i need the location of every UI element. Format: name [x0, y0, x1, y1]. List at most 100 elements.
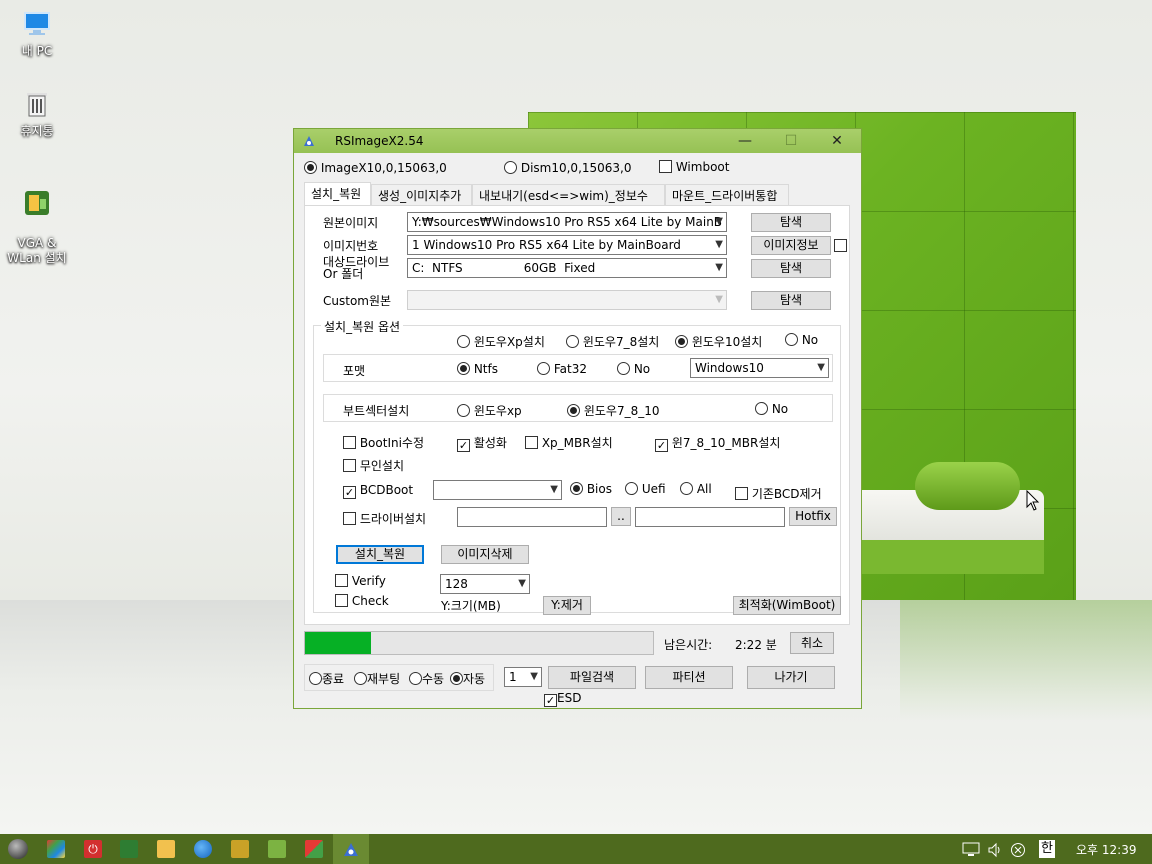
clock[interactable]: 오후 12:39	[1076, 841, 1136, 858]
source-image-select[interactable]: Y:₩sources₩Windows10 Pro RS5 x64 Lite by…	[407, 212, 727, 232]
desktop-icon-vga-wlan[interactable]: VGA & WLan 설치	[1, 172, 73, 266]
os-xp-option[interactable]: 윈도우Xp설치	[457, 333, 545, 350]
wimboot-label: Wimboot	[675, 160, 730, 174]
checkbox-icon	[335, 594, 348, 607]
remove-bcd-checkbox[interactable]: 기존BCD제거	[735, 485, 822, 502]
image-info-checkbox[interactable]	[834, 239, 847, 252]
checkmark-icon: ✓	[457, 439, 470, 452]
auto-option[interactable]: 자동	[450, 670, 485, 687]
rsimagex-taskbar-icon[interactable]	[342, 840, 360, 858]
bios-option[interactable]: Bios	[570, 482, 612, 496]
end-option[interactable]: 종료	[309, 670, 344, 687]
hotfix-button[interactable]: Hotfix	[789, 507, 837, 526]
bcdboot-select[interactable]: ▼	[433, 480, 562, 500]
radio-icon	[537, 362, 550, 375]
folder-icon[interactable]	[157, 840, 175, 858]
color-app-icon[interactable]	[47, 840, 65, 858]
source-browse-button[interactable]: 탐색	[751, 213, 831, 232]
format-os-value: Windows10	[695, 361, 764, 375]
partition-tool-icon[interactable]	[305, 840, 323, 858]
tab-mount-driver[interactable]: 마운트_드라이버통합	[665, 184, 789, 205]
start-orb-icon[interactable]	[8, 839, 28, 859]
delete-image-button[interactable]: 이미지삭제	[441, 545, 529, 564]
uefi-option[interactable]: Uefi	[625, 482, 666, 496]
esd-checkbox[interactable]: ✓ ESD	[544, 691, 581, 707]
browser-icon[interactable]	[194, 840, 212, 858]
radio-icon	[457, 404, 470, 417]
driver-browse-button[interactable]: ..	[611, 507, 631, 526]
bootini-checkbox[interactable]: BootIni수정	[343, 434, 424, 451]
boot-7810-option[interactable]: 윈도우7_8_10	[567, 402, 660, 419]
size-select[interactable]: 128 ▼	[440, 574, 530, 594]
bcdboot-checkbox[interactable]: ✓ BCDBoot	[343, 483, 413, 499]
boot-no-option[interactable]: No	[755, 402, 788, 416]
all-option[interactable]: All	[680, 482, 712, 496]
y-remove-button[interactable]: Y:제거	[543, 596, 591, 615]
custom-source-label: Custom원본	[323, 294, 392, 308]
minimize-button[interactable]: —	[722, 129, 768, 153]
custom-source-select[interactable]: ▼	[407, 290, 727, 310]
title-bar[interactable]: RSImageX2.54 — ☐ ✕	[294, 129, 861, 153]
rsimagex-window: RSImageX2.54 — ☐ ✕ ImageX10,0,15063,0 Di…	[293, 128, 862, 709]
remove-bcd-label: 기존BCD제거	[751, 487, 822, 501]
window-title: RSImageX2.54	[335, 134, 424, 148]
reboot-option[interactable]: 재부팅	[354, 670, 400, 687]
optimize-wimboot-button[interactable]: 최적화(WimBoot)	[733, 596, 841, 615]
power-icon[interactable]: ⏻	[84, 840, 102, 858]
os-10-option[interactable]: 윈도우10설치	[675, 333, 762, 350]
desktop-icon-recycle-bin[interactable]: 휴지통	[1, 88, 73, 139]
exit-button[interactable]: 나가기	[747, 666, 835, 689]
ime-indicator[interactable]: 한	[1039, 840, 1055, 858]
size-value: 128	[445, 577, 468, 591]
close-button[interactable]: ✕	[814, 129, 860, 153]
format-fat32-option[interactable]: Fat32	[537, 362, 587, 376]
registry-icon[interactable]	[231, 840, 249, 858]
radio-icon	[680, 482, 693, 495]
cancel-button[interactable]: 취소	[790, 632, 834, 654]
boot-xp-option[interactable]: 윈도우xp	[457, 402, 522, 419]
target-label: 대상드라이브 Or 폴더	[323, 256, 389, 280]
network-tool-icon[interactable]	[120, 840, 138, 858]
wimboot-checkbox[interactable]: Wimboot	[659, 160, 729, 174]
format-os-select[interactable]: Windows10 ▼	[690, 358, 829, 378]
manual-option[interactable]: 수동	[409, 670, 444, 687]
tab-install-restore[interactable]: 설치_복원	[304, 182, 371, 206]
activate-checkbox[interactable]: ✓ 활성화	[457, 434, 507, 452]
notification-close-icon[interactable]	[1010, 842, 1026, 858]
os-no-option[interactable]: No	[785, 333, 818, 347]
file-search-button[interactable]: 파일검색	[548, 666, 636, 689]
xp-mbr-checkbox[interactable]: Xp_MBR설치	[525, 434, 613, 451]
verify-checkbox[interactable]: Verify	[335, 574, 386, 588]
desktop-icon-my-pc[interactable]: 내 PC	[1, 8, 73, 59]
chevron-down-icon: ▼	[530, 671, 538, 682]
dism-option[interactable]: Dism10,0,15063,0	[504, 161, 632, 175]
target-drive-select[interactable]: C: NTFS 60GB Fixed ▼	[407, 258, 727, 278]
network-icon[interactable]	[962, 842, 980, 858]
custom-browse-button[interactable]: 탐색	[751, 291, 831, 310]
format-no-option[interactable]: No	[617, 362, 650, 376]
os-78-option[interactable]: 윈도우7_8설치	[566, 333, 659, 350]
unattended-checkbox[interactable]: 무인설치	[343, 457, 404, 474]
tab-export-info[interactable]: 내보내기(esd<=>wim)_정보수정	[472, 184, 665, 220]
source-label: 원본이미지	[323, 216, 379, 230]
maximize-button[interactable]: ☐	[768, 129, 814, 153]
disk-tool-icon[interactable]	[268, 840, 286, 858]
driver-path-input[interactable]	[457, 507, 607, 527]
win7-mbr-checkbox[interactable]: ✓ 윈7_8_10_MBR설치	[655, 434, 780, 452]
driver-label: 드라이버설치	[359, 512, 427, 526]
driver-checkbox[interactable]: 드라이버설치	[343, 510, 426, 527]
partition-button[interactable]: 파티션	[645, 666, 733, 689]
target-browse-button[interactable]: 탐색	[751, 259, 831, 278]
tab-create-add[interactable]: 생성_이미지추가	[371, 184, 472, 205]
check-checkbox[interactable]: Check	[335, 594, 389, 608]
hotfix-path-input[interactable]	[635, 507, 785, 527]
install-restore-button[interactable]: 설치_복원	[336, 545, 424, 564]
image-number-select[interactable]: 1 Windows10 Pro RS5 x64 Lite by MainBoar…	[407, 235, 727, 255]
format-ntfs-option[interactable]: Ntfs	[457, 362, 498, 376]
radio-icon	[309, 672, 322, 685]
imagex-option[interactable]: ImageX10,0,15063,0	[304, 161, 447, 175]
volume-icon[interactable]	[987, 842, 1003, 858]
count-select[interactable]: 1 ▼	[504, 667, 542, 687]
image-info-button[interactable]: 이미지정보	[751, 236, 831, 255]
checkmark-icon: ✓	[544, 694, 557, 707]
